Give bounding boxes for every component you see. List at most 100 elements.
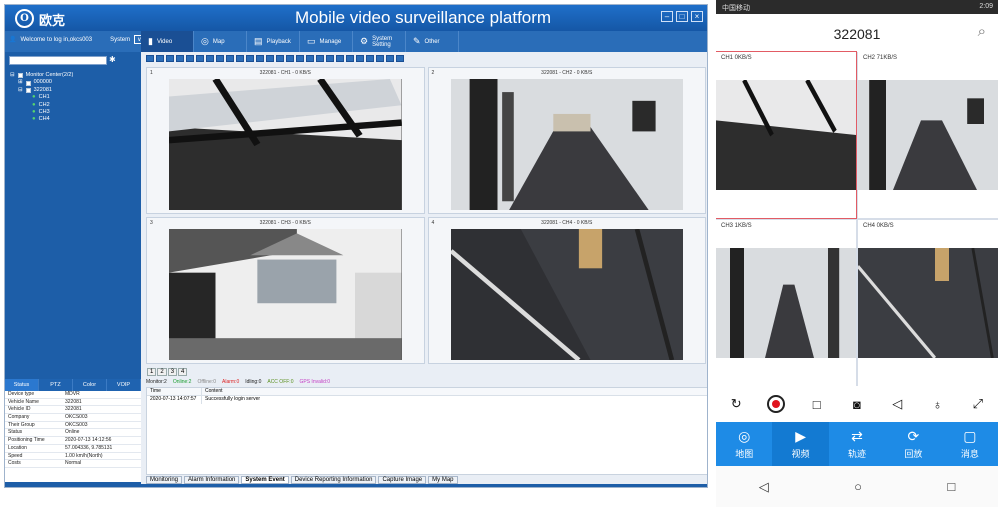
toolbar-button[interactable] bbox=[276, 55, 284, 62]
toolbar-button[interactable] bbox=[246, 55, 254, 62]
tree-node-channel[interactable]: ● CH2 bbox=[10, 102, 73, 109]
ptz-icon[interactable]: ↻ bbox=[725, 393, 747, 415]
toolbar-button[interactable] bbox=[256, 55, 264, 62]
page-tab[interactable]: 1 bbox=[147, 368, 157, 376]
toolbar-button[interactable] bbox=[296, 55, 304, 62]
recents-icon[interactable]: □ bbox=[947, 479, 955, 494]
checkbox-icon[interactable] bbox=[17, 73, 23, 79]
video-tile-3[interactable]: 3 322081 - CH3 - 0 KB/S bbox=[146, 217, 425, 364]
tab-playback[interactable]: ▤ Playback bbox=[247, 31, 300, 52]
tab-system-event[interactable]: System Event bbox=[241, 476, 289, 484]
toolbar-button[interactable] bbox=[176, 55, 184, 62]
tab-my-map[interactable]: My Map bbox=[428, 476, 458, 484]
tree-node-group[interactable]: ⊞ 000000 bbox=[10, 79, 73, 86]
info-key: Costs bbox=[8, 460, 21, 467]
phone-video-tile-4[interactable]: CH4 0KB/S bbox=[858, 220, 998, 386]
bottom-tabs: Monitoring Alarm Information System Even… bbox=[146, 476, 458, 484]
toolbar-button[interactable] bbox=[236, 55, 244, 62]
monitor-status-bar: Monitor:2 Online:2 Offline:0 Alarm:0 Idling:… bbox=[146, 379, 330, 385]
toolbar-button[interactable] bbox=[326, 55, 334, 62]
home-icon[interactable]: ○ bbox=[854, 479, 862, 494]
tab-device-reporting[interactable]: Device Reporting Information bbox=[290, 476, 377, 484]
nav-video[interactable]: ▶ 视频 bbox=[772, 422, 829, 466]
phone-video-tile-1[interactable]: CH1 0KB/S bbox=[716, 51, 857, 219]
tree-node-channel[interactable]: ● CH3 bbox=[10, 109, 73, 116]
camera-icon[interactable]: ◙ bbox=[846, 393, 868, 415]
toolbar-button[interactable] bbox=[266, 55, 274, 62]
tab-video[interactable]: ▮ Video bbox=[141, 31, 194, 52]
video-tile-4[interactable]: 4 322081 - CH4 - 0 KB/S bbox=[427, 217, 706, 364]
page-tab[interactable]: 2 bbox=[157, 368, 167, 376]
tree-node-channel[interactable]: ● CH1 bbox=[10, 94, 73, 101]
nav-replay[interactable]: ⟳ 回放 bbox=[885, 422, 941, 466]
minimize-icon[interactable]: – bbox=[661, 11, 673, 22]
toolbar-button[interactable] bbox=[286, 55, 294, 62]
volume-icon[interactable]: ◁ bbox=[886, 393, 908, 415]
toolbar-button[interactable] bbox=[166, 55, 174, 62]
phone-controls: ↻ □ ◙ ◁ ♁ ⤢ bbox=[716, 386, 998, 422]
checkbox-icon[interactable] bbox=[25, 80, 31, 86]
nav-message[interactable]: ▢ 消息 bbox=[942, 422, 998, 466]
search-icon[interactable]: ✱ bbox=[109, 55, 116, 64]
tab-color[interactable]: Color bbox=[73, 379, 107, 391]
record-icon[interactable] bbox=[765, 393, 787, 415]
tile-caption: CH2 71KB/S bbox=[863, 55, 898, 61]
folder-icon: ▭ bbox=[307, 36, 316, 46]
vehicle-search-input[interactable] bbox=[9, 56, 107, 65]
search-icon[interactable]: ⌕ bbox=[978, 23, 986, 40]
toolbar-button[interactable] bbox=[216, 55, 224, 62]
tab-capture-image[interactable]: Capture Image bbox=[378, 476, 427, 484]
status-count: Online:2 bbox=[172, 379, 192, 385]
toolbar-button[interactable] bbox=[146, 55, 154, 62]
tree-node-vehicle[interactable]: ⊟ 322081 bbox=[10, 87, 73, 94]
toolbar-button[interactable] bbox=[396, 55, 404, 62]
checkbox-icon[interactable] bbox=[25, 88, 31, 94]
toolbar-button[interactable] bbox=[356, 55, 364, 62]
column-header-content: Content bbox=[205, 388, 223, 394]
microphone-icon[interactable]: ♁ bbox=[927, 393, 949, 415]
gear-icon: ⚙ bbox=[360, 36, 369, 46]
tab-alarm-information[interactable]: Alarm Information bbox=[184, 476, 240, 484]
tab-other[interactable]: ✎ Other bbox=[406, 31, 459, 52]
close-icon[interactable]: × bbox=[691, 11, 703, 22]
event-log: Time Content 2020-07-13 14:07:57 Success… bbox=[146, 387, 707, 475]
video-tile-2[interactable]: 2 322081 - CH2 - 0 KB/S bbox=[427, 67, 706, 214]
tab-status[interactable]: Status bbox=[5, 379, 39, 391]
system-label[interactable]: System bbox=[110, 37, 130, 43]
toolbar-button[interactable] bbox=[186, 55, 194, 62]
stop-icon[interactable]: □ bbox=[806, 393, 828, 415]
phone-video-tile-2[interactable]: CH2 71KB/S bbox=[858, 52, 998, 218]
toolbar-button[interactable] bbox=[346, 55, 354, 62]
toolbar-button[interactable] bbox=[206, 55, 214, 62]
table-row: Status Online bbox=[5, 429, 141, 438]
toolbar-button[interactable] bbox=[316, 55, 324, 62]
page-tab[interactable]: 4 bbox=[178, 368, 188, 376]
maximize-icon[interactable]: □ bbox=[676, 11, 688, 22]
video-tile-1[interactable]: 1 322081 - CH1 - 0 KB/S bbox=[146, 67, 425, 214]
tab-ptz[interactable]: PTZ bbox=[39, 379, 73, 391]
info-value: OKCS003 bbox=[65, 421, 88, 428]
tab-manage[interactable]: ▭ Manage bbox=[300, 31, 353, 52]
toolbar-button[interactable] bbox=[306, 55, 314, 62]
toolbar-button[interactable] bbox=[196, 55, 204, 62]
welcome-text: Welcome to log in,okcs003 bbox=[20, 36, 93, 43]
toolbar-button[interactable] bbox=[226, 55, 234, 62]
tile-caption: 322081 - CH4 - 0 KB/S bbox=[541, 220, 593, 226]
nav-map[interactable]: ◎ 地图 bbox=[716, 422, 772, 466]
toolbar-button[interactable] bbox=[156, 55, 164, 62]
tab-monitoring[interactable]: Monitoring bbox=[146, 476, 183, 484]
toolbar-button[interactable] bbox=[386, 55, 394, 62]
tab-map[interactable]: ◎ Map bbox=[194, 31, 247, 52]
toolbar-button[interactable] bbox=[376, 55, 384, 62]
tab-system-setting[interactable]: ⚙ System Setting bbox=[353, 31, 406, 52]
phone-video-tile-3[interactable]: CH3 1KB/S bbox=[716, 220, 856, 386]
tree-node-monitor-center[interactable]: ⊟ Monitor Center(2/2) bbox=[10, 72, 73, 79]
back-icon[interactable]: ◁ bbox=[759, 479, 769, 495]
toolbar-button[interactable] bbox=[336, 55, 344, 62]
tab-voip[interactable]: VOIP bbox=[107, 379, 141, 391]
tree-node-channel[interactable]: ● CH4 bbox=[10, 116, 73, 123]
toolbar-button[interactable] bbox=[366, 55, 374, 62]
fullscreen-icon[interactable]: ⤢ bbox=[967, 393, 989, 415]
page-tab[interactable]: 3 bbox=[167, 368, 178, 376]
nav-track[interactable]: ⇄ 轨迹 bbox=[829, 422, 885, 466]
